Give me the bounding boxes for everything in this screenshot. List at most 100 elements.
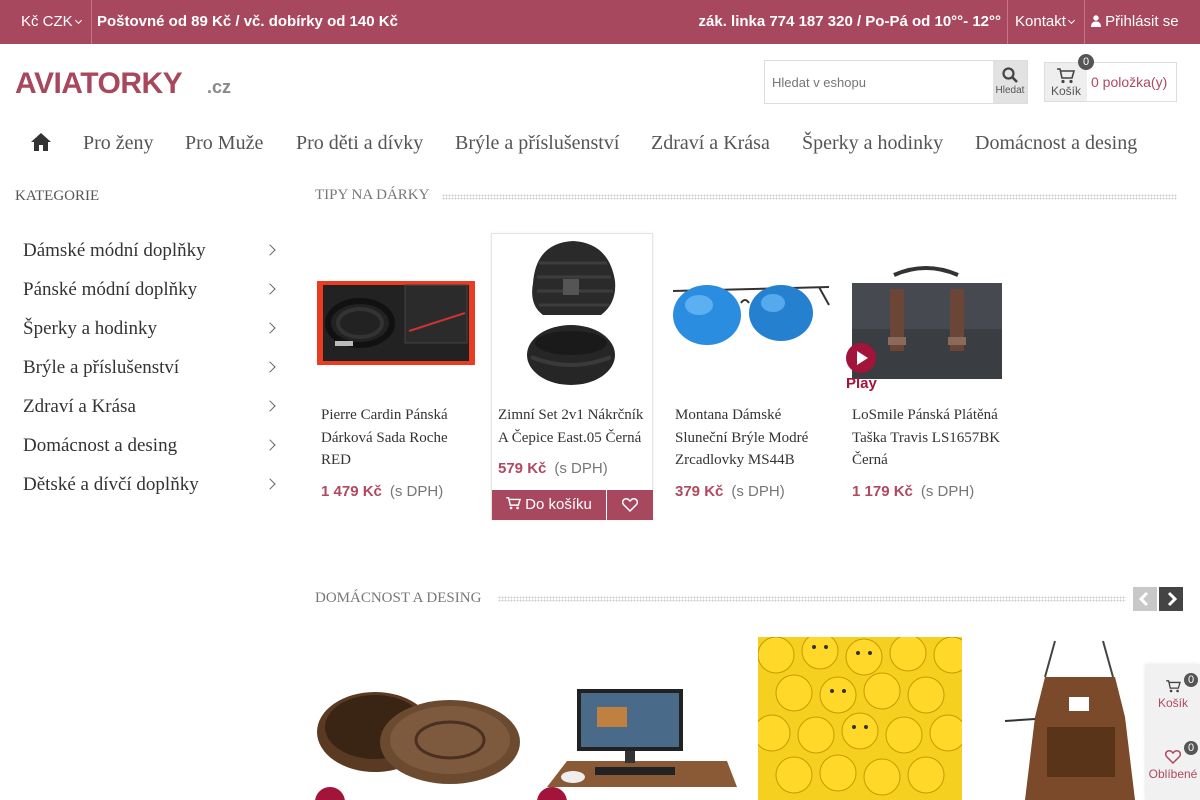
- cart-icon: [1165, 680, 1181, 693]
- category-item[interactable]: Domácnost a desing: [15, 426, 285, 465]
- add-to-cart-button[interactable]: Do košíku: [492, 490, 606, 520]
- search-button[interactable]: Hledat: [993, 61, 1027, 103]
- category-item[interactable]: Dámské módní doplňky: [15, 231, 285, 270]
- currency-label: Kč CZK: [21, 13, 73, 30]
- play-icon: [846, 343, 876, 373]
- product-name[interactable]: Zimní Set 2v1 Nákrčník A Čepice East.05 …: [498, 404, 650, 449]
- section-divider: [442, 194, 1177, 200]
- nav-item-domacnost[interactable]: Domácnost a desing: [975, 132, 1137, 155]
- logo-graphic: AVIATORKY .cz: [15, 67, 231, 100]
- heart-icon: [1164, 750, 1182, 765]
- emoji-pattern-image: [758, 637, 962, 796]
- price-value: 379 Kč: [675, 483, 724, 500]
- search-icon: [1002, 67, 1018, 83]
- product-name[interactable]: Montana Dámské Sluneční Brýle Modré Zrca…: [675, 404, 827, 472]
- chevron-left-icon: [1138, 591, 1149, 607]
- search-button-label: Hledat: [995, 85, 1025, 96]
- chevron-down-icon: [74, 16, 82, 25]
- play-label: Play: [846, 375, 877, 392]
- chevron-right-icon: [264, 361, 276, 373]
- product-card[interactable]: Play LoSmile Pánská Plátěná Taška Travis…: [846, 233, 1008, 520]
- price-vat: (s DPH): [920, 483, 975, 500]
- search-input[interactable]: [765, 61, 994, 103]
- price-vat: (s DPH): [554, 460, 608, 477]
- section-divider: [498, 596, 1126, 602]
- nav-item-pro-deti[interactable]: Pro děti a dívky: [296, 132, 423, 155]
- chevron-down-icon: [1067, 16, 1075, 25]
- product-image[interactable]: [537, 637, 737, 800]
- product-card[interactable]: Montana Dámské Sluneční Brýle Modré Zrca…: [669, 233, 831, 520]
- login-link[interactable]: Přihlásit se: [1091, 0, 1179, 44]
- category-label: Dětské a dívčí doplňky: [23, 474, 199, 495]
- section-title-home: DOMÁCNOST A DESING: [315, 590, 482, 606]
- gift-set-image: [317, 281, 475, 365]
- chevron-right-icon: [264, 244, 276, 256]
- home-icon: [31, 133, 51, 151]
- winter-set-image: [527, 241, 616, 385]
- chevron-right-icon: [264, 478, 276, 490]
- category-label: Šperky a hodinky: [23, 318, 158, 339]
- home-link[interactable]: [30, 132, 52, 157]
- main-nav: Pro ženy Pro Muže Pro děti a dívky Brýle…: [0, 120, 1200, 168]
- price-value: 1 179 Kč: [852, 483, 913, 500]
- add-to-favorites-button[interactable]: [607, 490, 653, 520]
- search-box: Hledat: [764, 60, 1028, 104]
- add-to-cart-label: Do košíku: [525, 496, 592, 513]
- logo[interactable]: AVIATORKY .cz: [15, 64, 235, 100]
- chevron-right-icon: [264, 439, 276, 451]
- product-image[interactable]: [491, 233, 653, 395]
- coasters-image: [317, 692, 520, 784]
- chevron-right-icon: [264, 322, 276, 334]
- carousel-prev-button[interactable]: [1133, 587, 1157, 611]
- shipping-info: Poštovné od 89 Kč / vč. dobírky od 140 K…: [97, 13, 398, 30]
- svg-text:.cz: .cz: [207, 77, 231, 97]
- sunglasses-image: [672, 285, 830, 345]
- category-item[interactable]: Šperky a hodinky: [15, 309, 285, 348]
- nav-item-bryle[interactable]: Brýle a příslušenství: [455, 132, 619, 155]
- category-item[interactable]: Pánské módní doplňky: [15, 270, 285, 309]
- product-price: 1 479 Kč (s DPH): [321, 483, 443, 500]
- hotline-info: zák. linka 774 187 320 / Po-Pá od 10°°- …: [698, 13, 1001, 30]
- apron-image: [1004, 640, 1135, 800]
- contact-label: Kontakt: [1015, 13, 1066, 30]
- cart-icon: [506, 497, 522, 510]
- chevron-right-icon: [1167, 591, 1178, 607]
- product-card[interactable]: Pierre Cardin Pánská Dárková Sada Roche …: [315, 233, 477, 520]
- heart-icon: [621, 498, 639, 513]
- currency-selector[interactable]: Kč CZK: [0, 0, 92, 44]
- cart-label: Košík: [1050, 84, 1081, 98]
- price-value: 1 479 Kč: [321, 483, 382, 500]
- category-item[interactable]: Brýle a příslušenství: [15, 348, 285, 387]
- product-image[interactable]: [985, 637, 1160, 800]
- category-item[interactable]: Zdraví a Krása: [15, 387, 285, 426]
- product-image[interactable]: [669, 233, 831, 395]
- contact-menu[interactable]: Kontakt: [1007, 0, 1085, 44]
- floating-panel: Košík 0 Oblíbené 0: [1146, 664, 1200, 800]
- product-name[interactable]: Pierre Cardin Pánská Dárková Sada Roche …: [321, 404, 473, 472]
- product-price: 579 Kč (s DPH): [498, 460, 608, 477]
- product-image[interactable]: [758, 637, 962, 800]
- nav-item-pro-muze[interactable]: Pro Muže: [185, 132, 263, 155]
- product-price: 379 Kč (s DPH): [675, 483, 785, 500]
- nav-item-sperky[interactable]: Šperky a hodinky: [802, 132, 943, 155]
- product-image[interactable]: [315, 233, 477, 395]
- chevron-right-icon: [264, 400, 276, 412]
- product-image[interactable]: [315, 637, 521, 800]
- login-label: Přihlásit se: [1105, 13, 1179, 30]
- desk-mat-image: [547, 689, 737, 787]
- carousel-next-button[interactable]: [1159, 587, 1183, 611]
- product-name[interactable]: LoSmile Pánská Plátěná Taška Travis LS16…: [852, 404, 1004, 472]
- cart-widget[interactable]: Košík 0 0 položka(y): [1044, 54, 1177, 102]
- svg-text:AVIATORKY: AVIATORKY: [15, 67, 183, 100]
- top-bar: Kč CZK Poštovné od 89 Kč / vč. dobírky o…: [0, 0, 1200, 44]
- cart-summary: 0 položka(y): [1091, 74, 1168, 90]
- play-video-button[interactable]: Play: [846, 343, 877, 392]
- chevron-right-icon: [264, 283, 276, 295]
- category-label: Zdraví a Krása: [23, 396, 136, 417]
- category-label: Dámské módní doplňky: [23, 240, 206, 261]
- product-card[interactable]: Zimní Set 2v1 Nákrčník A Čepice East.05 …: [491, 233, 653, 520]
- nav-item-zdravi[interactable]: Zdraví a Krása: [651, 132, 770, 155]
- category-item[interactable]: Dětské a dívčí doplňky: [15, 465, 285, 504]
- category-label: Pánské módní doplňky: [23, 279, 198, 300]
- nav-item-pro-zeny[interactable]: Pro ženy: [83, 132, 154, 155]
